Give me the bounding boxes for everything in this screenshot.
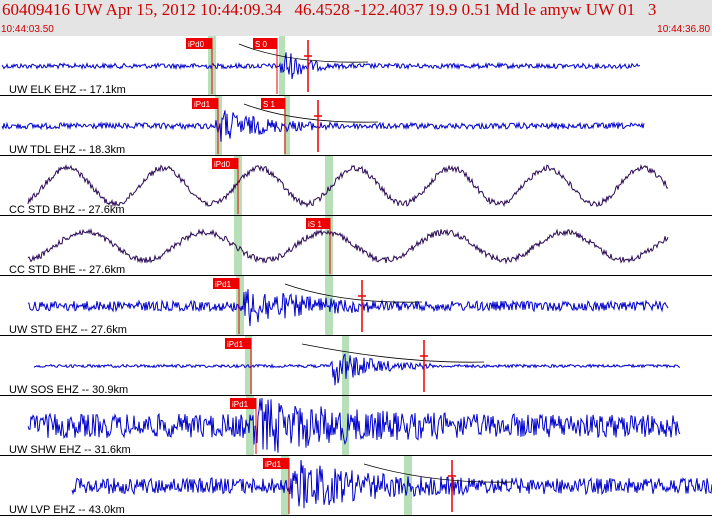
p-pick-label: iPd1 — [232, 400, 249, 409]
waveform-trace — [1, 52, 641, 80]
waveform-trace — [71, 459, 712, 509]
s-pick-label: S 0 — [255, 40, 268, 49]
trace-row[interactable]: iPd1 UW SOS EHZ -- 30.9km — [0, 336, 712, 396]
waveform-trace — [1, 110, 645, 142]
station-label: CC STD BHZ -- 27.6km — [9, 204, 125, 216]
station-label: CC STD BHE -- 27.6km — [9, 264, 125, 276]
event-header: 60409416 UW Apr 15, 2012 10:44:09.34 46.… — [0, 0, 712, 36]
trace-row[interactable]: iPd1 UW STD EHZ -- 27.6km — [0, 276, 712, 336]
trace-row[interactable]: iPd0 S 0 UW ELK EHZ -- 17.1km — [0, 36, 712, 96]
station-label: UW SOS EHZ -- 30.9km — [9, 384, 128, 396]
trace-row[interactable]: iPd1 UW LVP EHZ -- 43.0km — [0, 456, 712, 516]
start-time: 10:44:03.50 — [1, 24, 54, 35]
waveform-trace — [27, 289, 669, 327]
coda-decay-curve — [301, 343, 485, 363]
seismogram-panel[interactable]: iPd0 S 0 UW ELK EHZ -- 17.1km iPd1 S 1 UW TDL… — [0, 36, 712, 518]
p-pick-label: iPd1 — [194, 100, 211, 109]
s-pick-label: S 1 — [263, 100, 276, 109]
s-pick-label: iS 1 — [308, 220, 322, 229]
p-pick-label: iPd1 — [227, 340, 244, 349]
trace-row[interactable]: iPd0 CC STD BHZ -- 27.6km — [0, 156, 712, 216]
end-time: 10:44:36.80 — [657, 24, 710, 35]
waveform-trace — [27, 163, 669, 208]
p-pick-label: iPd0 — [214, 160, 231, 169]
waveform-trace — [33, 353, 681, 386]
p-pick-label: iPd1 — [215, 280, 232, 289]
trace-row[interactable]: iS 1 CC STD BHE -- 27.6km — [0, 216, 712, 276]
p-pick-label: iPd1 — [265, 460, 282, 469]
p-pick-label: iPd0 — [188, 40, 205, 49]
p-window-band — [234, 216, 242, 276]
trace-row[interactable]: iPd1 S 1 UW TDL EHZ -- 18.3km — [0, 96, 712, 156]
station-label: UW LVP EHZ -- 43.0km — [9, 504, 125, 516]
coda-decay-curve — [284, 283, 423, 303]
station-label: UW SHW EHZ -- 31.6km — [9, 444, 131, 456]
waveform-trace — [27, 227, 669, 265]
coda-decay-curve — [363, 463, 513, 483]
event-title: 60409416 UW Apr 15, 2012 10:44:09.34 46.… — [2, 0, 657, 19]
trace-row[interactable]: iPd1 UW SHW EHZ -- 31.6km — [0, 396, 712, 456]
station-label: UW TDL EHZ -- 18.3km — [9, 144, 125, 156]
station-label: UW ELK EHZ -- 17.1km — [9, 84, 126, 96]
station-label: UW STD EHZ -- 27.6km — [9, 324, 127, 336]
